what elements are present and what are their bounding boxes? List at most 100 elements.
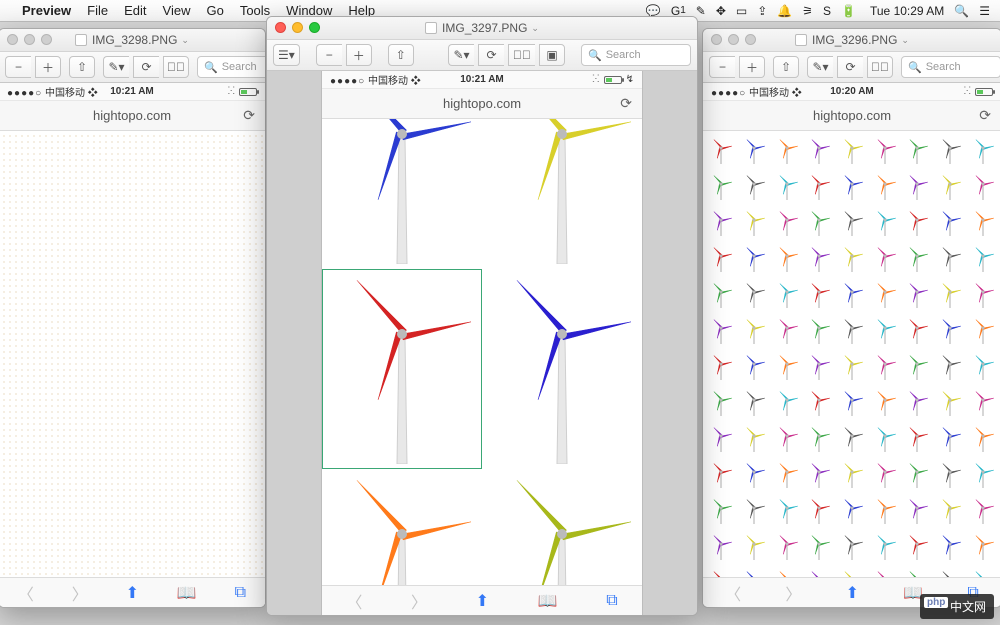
reload-icon[interactable]: ⟳: [979, 107, 991, 124]
mini-turbine[interactable]: [934, 421, 967, 457]
mini-turbine[interactable]: [738, 169, 771, 205]
chevron-down-icon[interactable]: ⌄: [531, 23, 539, 34]
mini-turbine[interactable]: [803, 133, 836, 169]
sidebar-button[interactable]: ☰▾: [273, 44, 300, 66]
mini-turbine[interactable]: [966, 493, 999, 529]
minimize-icon[interactable]: [292, 22, 303, 33]
mini-turbine[interactable]: [803, 313, 836, 349]
sogou-icon[interactable]: S: [823, 4, 831, 18]
mini-turbine[interactable]: [705, 133, 738, 169]
mini-turbine[interactable]: [868, 313, 901, 349]
mini-turbine[interactable]: [901, 493, 934, 529]
mini-turbine[interactable]: [770, 565, 803, 577]
mini-turbine[interactable]: [836, 349, 869, 385]
mini-turbine[interactable]: [836, 421, 869, 457]
mini-turbine[interactable]: [738, 529, 771, 565]
mini-turbine[interactable]: [705, 457, 738, 493]
mini-turbine[interactable]: [836, 169, 869, 205]
battery-icon[interactable]: 🔋: [841, 4, 856, 18]
chevron-down-icon[interactable]: ⌄: [901, 35, 909, 46]
mini-turbine[interactable]: [803, 565, 836, 577]
mini-turbine[interactable]: [803, 349, 836, 385]
zoom-in-button[interactable]: ＋: [35, 56, 61, 78]
menu-view[interactable]: View: [163, 3, 191, 18]
page-content-dots[interactable]: [0, 131, 265, 607]
mini-turbine[interactable]: [901, 385, 934, 421]
turbine-cell[interactable]: [482, 469, 642, 585]
search-input[interactable]: 🔍Search: [901, 56, 1000, 78]
mini-turbine[interactable]: [705, 277, 738, 313]
mini-turbine[interactable]: [738, 313, 771, 349]
mini-turbine[interactable]: [966, 349, 999, 385]
crop-button[interactable]: ▣: [539, 44, 565, 66]
notification-center-icon[interactable]: ☰: [979, 4, 990, 18]
mini-turbine[interactable]: [868, 385, 901, 421]
mini-turbine[interactable]: [934, 169, 967, 205]
mini-turbine[interactable]: [901, 421, 934, 457]
back-icon[interactable]: 〈: [346, 589, 362, 613]
mini-turbine[interactable]: [803, 205, 836, 241]
mini-turbine[interactable]: [934, 313, 967, 349]
mini-turbine[interactable]: [901, 241, 934, 277]
mini-turbine[interactable]: [803, 385, 836, 421]
mini-turbine[interactable]: [934, 457, 967, 493]
zoom-icon[interactable]: [41, 34, 52, 45]
mini-turbine[interactable]: [738, 457, 771, 493]
reload-icon[interactable]: ⟳: [620, 95, 632, 112]
tabs-icon[interactable]: ⧉: [606, 592, 617, 610]
highlight-button[interactable]: ✎▾: [807, 56, 833, 78]
mini-turbine[interactable]: [966, 529, 999, 565]
mini-turbine[interactable]: [934, 565, 967, 577]
zoom-in-button[interactable]: ＋: [346, 44, 372, 66]
traffic-lights[interactable]: [711, 34, 756, 45]
mini-turbine[interactable]: [934, 529, 967, 565]
turbine-cell[interactable]: [322, 269, 482, 469]
mini-turbine[interactable]: [901, 313, 934, 349]
mini-turbine[interactable]: [901, 457, 934, 493]
mini-turbine[interactable]: [738, 277, 771, 313]
mini-turbine[interactable]: [868, 277, 901, 313]
mini-turbine[interactable]: [901, 349, 934, 385]
back-icon[interactable]: 〈: [725, 581, 741, 605]
zoom-out-button[interactable]: −: [5, 56, 31, 78]
mini-turbine[interactable]: [705, 241, 738, 277]
share-button[interactable]: ⇧: [388, 44, 414, 66]
menubar-clock[interactable]: Tue 10:29 AM: [870, 4, 944, 18]
mini-turbine[interactable]: [901, 277, 934, 313]
highlight-button[interactable]: ✎▾: [103, 56, 129, 78]
mini-turbine[interactable]: [803, 493, 836, 529]
mini-turbine[interactable]: [901, 133, 934, 169]
page-content-turbine-grid[interactable]: [703, 131, 1000, 577]
share-icon[interactable]: ⬆︎: [846, 583, 859, 603]
mini-turbine[interactable]: [836, 241, 869, 277]
mini-turbine[interactable]: [738, 349, 771, 385]
mini-turbine[interactable]: [934, 349, 967, 385]
mini-turbine[interactable]: [770, 421, 803, 457]
rotate-button[interactable]: ⟳: [837, 56, 863, 78]
evernote-icon[interactable]: ✎: [696, 4, 706, 18]
share-icon[interactable]: ⬆︎: [476, 591, 489, 611]
minimize-icon[interactable]: [728, 34, 739, 45]
mini-turbine[interactable]: [770, 205, 803, 241]
reload-icon[interactable]: ⟳: [243, 107, 255, 124]
mini-turbine[interactable]: [705, 169, 738, 205]
mini-turbine[interactable]: [836, 277, 869, 313]
mini-turbine[interactable]: [770, 457, 803, 493]
share-button[interactable]: ⇧: [69, 56, 95, 78]
mini-turbine[interactable]: [705, 421, 738, 457]
zoom-icon[interactable]: [309, 22, 320, 33]
bookmarks-icon[interactable]: 📖: [177, 583, 197, 603]
bell-icon[interactable]: 🔔: [777, 4, 792, 18]
mini-turbine[interactable]: [934, 493, 967, 529]
mini-turbine[interactable]: [770, 277, 803, 313]
mini-turbine[interactable]: [803, 457, 836, 493]
mini-turbine[interactable]: [836, 205, 869, 241]
menu-go[interactable]: Go: [206, 3, 223, 18]
display-icon[interactable]: ▭: [736, 4, 747, 18]
mini-turbine[interactable]: [836, 133, 869, 169]
mini-turbine[interactable]: [901, 205, 934, 241]
highlight-button[interactable]: ✎▾: [448, 44, 474, 66]
traffic-lights[interactable]: [275, 22, 320, 33]
tool-icon[interactable]: ✥: [716, 4, 726, 18]
mini-turbine[interactable]: [770, 169, 803, 205]
